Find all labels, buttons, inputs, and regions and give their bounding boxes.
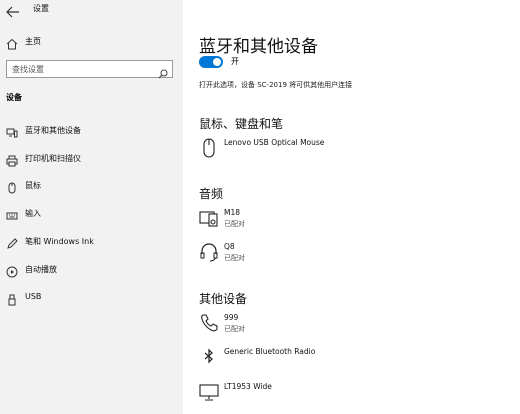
device-name: Lenovo USB Optical Mouse [224,138,325,147]
title-bar: 设置 [0,0,183,18]
toggle-label: 开 [231,57,239,66]
device-item[interactable]: Lenovo USB Optical Mouse [199,136,499,166]
device-name: M18 [224,208,241,217]
home-nav-item[interactable]: 主页 [0,30,183,52]
sidebar-item-label: 输入 [25,209,41,218]
sidebar-item-mouse[interactable]: 鼠标 [0,174,183,196]
sidebar-item-label: 笔和 Windows Ink [25,237,94,246]
search-input[interactable]: 查找设置 [6,60,173,79]
device-item[interactable]: 999 已配对 [199,311,499,341]
sidebar-item-usb[interactable]: USB [0,286,183,308]
sidebar-item-pen[interactable]: 笔和 Windows Ink [0,230,183,252]
sidebar-item-label: USB [25,292,42,301]
keyboard-icon [6,207,18,220]
device-status: 已配对 [224,254,245,262]
search-icon[interactable] [158,64,168,79]
group-heading-audio: 音频 [199,187,224,201]
autoplay-icon [6,263,18,278]
bluetooth-devices-icon [6,124,18,138]
device-item[interactable]: Generic Bluetooth Radio [199,345,499,375]
home-label: 主页 [25,37,41,46]
bluetooth-icon [199,347,219,367]
pen-icon [6,235,18,249]
headset-icon [199,242,219,262]
bluetooth-toggle[interactable] [199,56,223,68]
device-item[interactable]: Q8 已配对 [199,240,499,270]
main-panel: 蓝牙和其他设备 开 打开此选项，设备 SC-2019 将可供其他用户连接 鼠标、… [183,0,520,414]
sidebar-item-label: 自动播放 [25,265,57,274]
search-placeholder: 查找设置 [12,65,44,74]
sidebar-item-printers[interactable]: 打印机和扫描仪 [0,147,183,169]
monitor-icon [199,382,219,402]
page-title: 蓝牙和其他设备 [199,37,318,57]
device-item[interactable]: M18 已配对 [199,206,499,236]
phone-icon [199,313,219,333]
mouse-icon [199,138,219,158]
device-status: 已配对 [224,325,245,333]
discoverable-hint: 打开此选项，设备 SC-2019 将可供其他用户连接 [199,81,353,89]
section-heading: 设备 [6,93,22,102]
sidebar: 设置 主页 查找设置 设备 蓝牙和其他设备 打印机和扫描仪 鼠标 输入 笔和 W… [0,0,183,414]
device-name: 999 [224,313,239,322]
mouse-icon [6,179,18,194]
device-name: LT1953 Wide [224,382,272,391]
device-item[interactable]: LT1953 Wide [199,380,499,410]
window-title: 设置 [33,4,49,13]
sidebar-item-bluetooth[interactable]: 蓝牙和其他设备 [0,119,183,141]
sidebar-item-label: 鼠标 [25,181,41,190]
device-status: 已配对 [224,220,245,228]
media-device-icon [199,208,219,228]
toggle-knob [213,58,221,66]
group-heading-input: 鼠标、键盘和笔 [199,117,284,131]
printer-icon [6,152,18,167]
home-icon [6,35,18,50]
device-name: Generic Bluetooth Radio [224,347,316,356]
usb-icon [6,291,18,306]
group-heading-other: 其他设备 [199,292,248,306]
sidebar-item-label: 打印机和扫描仪 [25,154,81,163]
sidebar-item-typing[interactable]: 输入 [0,202,183,224]
sidebar-item-autoplay[interactable]: 自动播放 [0,258,183,280]
back-arrow-icon[interactable] [6,3,20,18]
device-name: Q8 [224,242,235,251]
sidebar-item-label: 蓝牙和其他设备 [25,126,81,135]
